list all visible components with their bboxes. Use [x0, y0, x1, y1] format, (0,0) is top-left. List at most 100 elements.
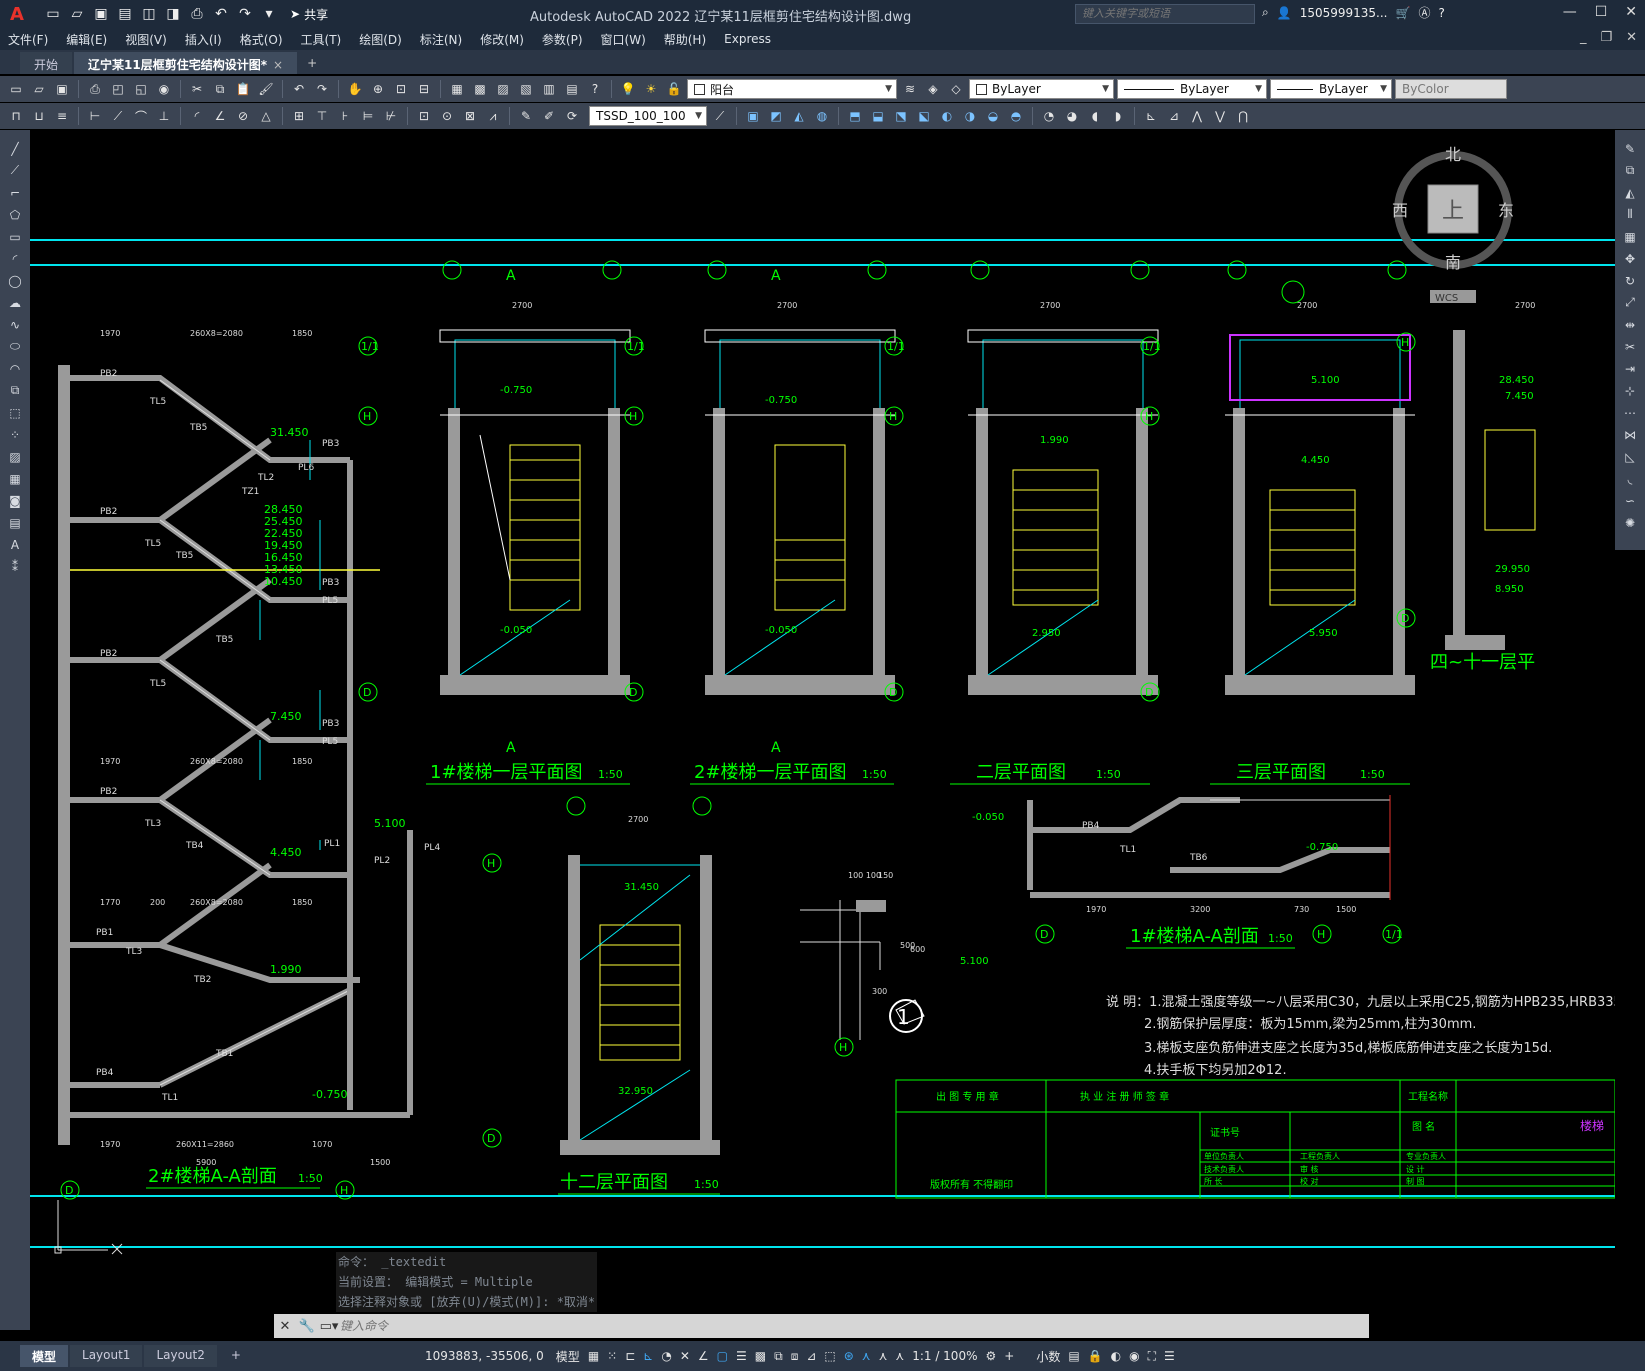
dim-angular-icon[interactable]: △ — [256, 106, 276, 126]
menu-help[interactable]: 帮助(H) — [656, 31, 716, 48]
tolerance-icon[interactable]: ⊡ — [414, 106, 434, 126]
dim-arc-icon[interactable]: ⌒ — [131, 106, 151, 126]
undo-icon[interactable]: ↶ — [289, 79, 309, 99]
visual-style-wire-icon[interactable]: ◔ — [1039, 106, 1059, 126]
sphere-icon[interactable]: ◍ — [812, 106, 832, 126]
polygon-icon[interactable]: ⬠ — [5, 206, 25, 223]
make-block-icon[interactable]: ⬚ — [5, 404, 25, 421]
visual-style-concept-icon[interactable]: ◗ — [1108, 106, 1128, 126]
redo-icon[interactable]: ↷ — [312, 79, 332, 99]
visual-style-real-icon[interactable]: ◖ — [1085, 106, 1105, 126]
menu-parametric[interactable]: 参数(P) — [534, 31, 593, 48]
table-icon[interactable]: ▤ — [5, 514, 25, 531]
mtext-icon[interactable]: A — [5, 536, 25, 553]
redo-icon[interactable]: ↷ — [236, 5, 254, 23]
copy-icon[interactable]: ⧉ — [210, 79, 230, 99]
zoom-realtime-icon[interactable]: ⊕ — [368, 79, 388, 99]
inspection-icon[interactable]: ⊠ — [460, 106, 480, 126]
snap-icon[interactable]: ⁙ — [607, 1349, 617, 1363]
quick-dim-icon[interactable]: ⊞ — [289, 106, 309, 126]
close-command-icon[interactable]: ✕ — [274, 1319, 296, 1334]
layer-freeze-icon[interactable]: ☀ — [641, 79, 661, 99]
quick-properties-icon[interactable]: ▤ — [1068, 1349, 1079, 1363]
extrude-icon[interactable]: ⬒ — [845, 106, 865, 126]
annotation-visibility-icon[interactable]: ⋏ — [862, 1349, 871, 1363]
linetype-dropdown[interactable]: ByLayer ▼ — [1117, 79, 1267, 99]
layer-dropdown[interactable]: 阳台 ▼ — [687, 79, 897, 99]
dim-update-icon[interactable]: ⟳ — [562, 106, 582, 126]
selection-filter-icon[interactable]: ⬚ — [824, 1349, 835, 1363]
lineweight-icon[interactable]: ☰ — [736, 1349, 747, 1363]
break-icon[interactable]: ⋯ — [1620, 404, 1640, 421]
properties-icon[interactable]: ▦ — [447, 79, 467, 99]
object-snap-tracking-icon[interactable]: ∠ — [698, 1349, 709, 1363]
doc-restore-icon[interactable]: ❐ — [1600, 30, 1612, 45]
rectangle-icon[interactable]: ▭ — [5, 228, 25, 245]
menu-dimension[interactable]: 标注(N) — [412, 31, 472, 48]
viewcube[interactable]: 上 北 南 东 西 WCS — [1392, 145, 1514, 304]
viewcube-east[interactable]: 东 — [1498, 201, 1514, 220]
maximize-icon[interactable]: ☐ — [1595, 4, 1608, 20]
dim-space-icon[interactable]: ⊨ — [358, 106, 378, 126]
dim-ordinate-icon[interactable]: ⊥ — [154, 106, 174, 126]
array-icon[interactable]: ▦ — [1620, 228, 1640, 245]
menu-edit[interactable]: 编辑(E) — [58, 31, 117, 48]
layout-tab-model[interactable]: 模型 — [20, 1345, 69, 1367]
3d-osnap-icon[interactable]: ⧈ — [791, 1349, 799, 1364]
units-value[interactable]: 小数 — [1036, 1348, 1060, 1365]
publish-icon[interactable]: ◱ — [131, 79, 151, 99]
ucs-icon[interactable]: ⊾ — [1141, 106, 1161, 126]
blend-icon[interactable]: ∽ — [1620, 492, 1640, 509]
isodraft-icon[interactable]: ✕ — [680, 1349, 690, 1363]
ucs-prev-icon[interactable]: ⋀ — [1187, 106, 1207, 126]
layer-on-icon[interactable]: 💡 — [618, 79, 638, 99]
doc-minimize-icon[interactable]: _ — [1580, 30, 1587, 45]
infer-constraints-icon[interactable]: ⊏ — [625, 1349, 635, 1363]
minimize-icon[interactable]: — — [1563, 4, 1577, 20]
undo-icon[interactable]: ↶ — [212, 5, 230, 23]
drawing-canvas[interactable]: 上 北 南 东 西 WCS 31.450 28.450 25.450 22.45… — [30, 130, 1615, 1330]
dim-linear-icon[interactable]: ⊢ — [85, 106, 105, 126]
new-tab-button[interactable]: + — [299, 52, 325, 74]
save-icon[interactable]: ▣ — [92, 5, 110, 23]
dimstyle-dropdown[interactable]: TSSD_100_100 ▼ — [589, 106, 707, 126]
calculator-icon[interactable]: ▤ — [562, 79, 582, 99]
close-icon[interactable]: ✕ — [1625, 4, 1637, 20]
dim-aligned-icon[interactable]: ⟋ — [108, 106, 128, 126]
slice-icon[interactable]: ◓ — [1006, 106, 1026, 126]
cone-icon[interactable]: ◭ — [789, 106, 809, 126]
tool-palettes-icon[interactable]: ▨ — [493, 79, 513, 99]
chamfer-icon[interactable]: ◺ — [1620, 448, 1640, 465]
ellipse-arc-icon[interactable]: ◠ — [5, 360, 25, 377]
sheet-set-icon[interactable]: ▧ — [516, 79, 536, 99]
ucs-object-icon[interactable]: ⋂ — [1233, 106, 1253, 126]
autodesk-a360-icon[interactable]: Ⓐ — [1418, 4, 1430, 21]
layout-tab-layout2[interactable]: Layout2 — [144, 1345, 217, 1367]
copy-object-icon[interactable]: ⧉ — [1620, 162, 1640, 179]
jogged-linear-icon[interactable]: ⩘ — [483, 106, 503, 126]
gradient-icon[interactable]: ▦ — [5, 470, 25, 487]
zoom-previous-icon[interactable]: ⊟ — [414, 79, 434, 99]
grid-icon[interactable]: ▦ — [588, 1349, 599, 1363]
hatch-icon[interactable]: ▨ — [5, 448, 25, 465]
open-file-icon[interactable]: ▱ — [68, 5, 86, 23]
dim-continue-icon[interactable]: ⊦ — [335, 106, 355, 126]
circle-icon[interactable]: ◯ — [5, 272, 25, 289]
menu-insert[interactable]: 插入(I) — [177, 31, 232, 48]
offset-icon[interactable]: ⫴ — [1620, 206, 1640, 223]
plot-preview-icon[interactable]: ◰ — [108, 79, 128, 99]
beam-icon[interactable]: ⊓ — [6, 106, 26, 126]
coordinate-readout[interactable]: 1093883, -35506, 0 — [425, 1349, 544, 1363]
column-icon[interactable]: ⊔ — [29, 106, 49, 126]
plot-icon[interactable]: ⎙ — [188, 5, 206, 23]
share-button[interactable]: ➤ 共享 — [290, 6, 328, 23]
arc-icon[interactable]: ◜ — [5, 250, 25, 267]
zoom-window-icon[interactable]: ⊡ — [391, 79, 411, 99]
union-icon[interactable]: ◐ — [937, 106, 957, 126]
customize-dropdown-icon[interactable]: ▾ — [260, 5, 278, 23]
annotation-scale-icon[interactable]: ⋏ — [895, 1349, 904, 1363]
extend-icon[interactable]: ⇥ — [1620, 360, 1640, 377]
sweep-icon[interactable]: ⬔ — [891, 106, 911, 126]
search-icon[interactable]: ⌕ — [1262, 5, 1269, 20]
menu-draw[interactable]: 绘图(D) — [351, 31, 412, 48]
